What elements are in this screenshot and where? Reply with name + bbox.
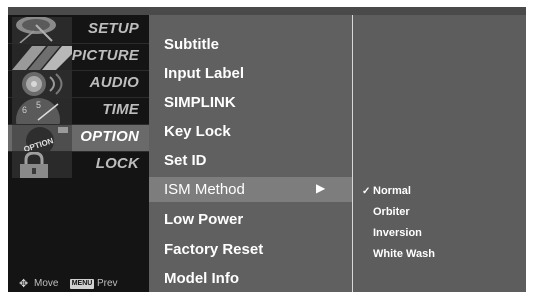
option-model-info[interactable]: Model Info — [149, 266, 352, 291]
category-label: AUDIO — [89, 74, 139, 91]
option-menu: Subtitle Input Label SIMPLINK Key Lock S… — [149, 15, 352, 292]
prev-legend-label: Prev — [97, 278, 118, 289]
submenu-item-label: Normal — [373, 185, 411, 197]
check-icon: ✓ — [362, 186, 371, 197]
category-audio[interactable]: AUDIO — [8, 71, 149, 97]
category-time[interactable]: 6 5 TIME — [8, 98, 149, 124]
submenu-item-label: Inversion — [373, 227, 422, 239]
option-key-lock[interactable]: Key Lock — [149, 119, 352, 144]
move-arrows-icon: ✥ — [19, 278, 29, 290]
option-label: Key Lock — [164, 123, 231, 140]
category-label: LOCK — [95, 155, 139, 172]
category-label: OPTION — [80, 128, 139, 145]
category-setup[interactable]: SETUP — [8, 17, 149, 43]
svg-text:6: 6 — [22, 105, 27, 115]
satellite-dish-icon — [12, 17, 72, 43]
category-label: TIME — [102, 101, 139, 118]
option-label: Model Info — [164, 270, 239, 287]
option-label: Input Label — [164, 65, 244, 82]
move-legend-label: Move — [34, 278, 59, 289]
submenu-item-normal[interactable]: ✓ Normal — [353, 182, 526, 202]
category-label: PICTURE — [71, 47, 139, 64]
submenu-item-white-wash[interactable]: White Wash — [353, 245, 526, 265]
option-label: Low Power — [164, 211, 244, 228]
option-label: ISM Method — [164, 181, 245, 198]
category-picture[interactable]: PICTURE — [8, 44, 149, 70]
submenu-item-label: White Wash — [373, 248, 435, 260]
clock-icon: 6 5 — [12, 98, 72, 124]
submenu-item-inversion[interactable]: Inversion — [353, 224, 526, 244]
menu-key-icon: MENU — [70, 279, 94, 289]
option-label: Subtitle — [164, 36, 219, 53]
option-subtitle[interactable]: Subtitle — [149, 32, 352, 57]
option-set-id[interactable]: Set ID — [149, 148, 352, 173]
option-low-power[interactable]: Low Power — [149, 207, 352, 232]
option-label: Set ID — [164, 152, 207, 169]
color-chart-icon — [12, 44, 72, 70]
osd-menu-panel: SETUP PICTURE AUDIO 6 5 TIME OPTION OPTI… — [8, 7, 526, 292]
submenu-item-orbiter[interactable]: Orbiter — [353, 203, 526, 223]
submenu-item-label: Orbiter — [373, 206, 410, 218]
option-label: SIMPLINK — [164, 94, 236, 111]
padlock-icon — [12, 152, 72, 178]
ism-method-submenu: ✓ Normal Orbiter Inversion White Wash — [353, 15, 526, 292]
option-input-label[interactable]: Input Label — [149, 61, 352, 86]
navigation-legend: ✥ Move MENU Prev — [8, 277, 149, 292]
arrow-right-icon: ▶ — [316, 181, 326, 195]
option-ism-method[interactable]: ISM Method ▶ — [149, 177, 352, 202]
svg-text:5: 5 — [36, 100, 41, 110]
category-lock[interactable]: LOCK — [8, 152, 149, 178]
option-label: Factory Reset — [164, 241, 264, 258]
osd-top-bar — [8, 7, 526, 15]
option-badge-icon: OPTION — [12, 125, 72, 151]
category-sidebar: SETUP PICTURE AUDIO 6 5 TIME OPTION OPTI… — [8, 15, 149, 292]
category-label: SETUP — [87, 20, 139, 37]
speaker-icon — [12, 71, 72, 97]
category-option[interactable]: OPTION OPTION — [8, 125, 149, 151]
option-simplink[interactable]: SIMPLINK — [149, 90, 352, 115]
option-factory-reset[interactable]: Factory Reset — [149, 237, 352, 262]
